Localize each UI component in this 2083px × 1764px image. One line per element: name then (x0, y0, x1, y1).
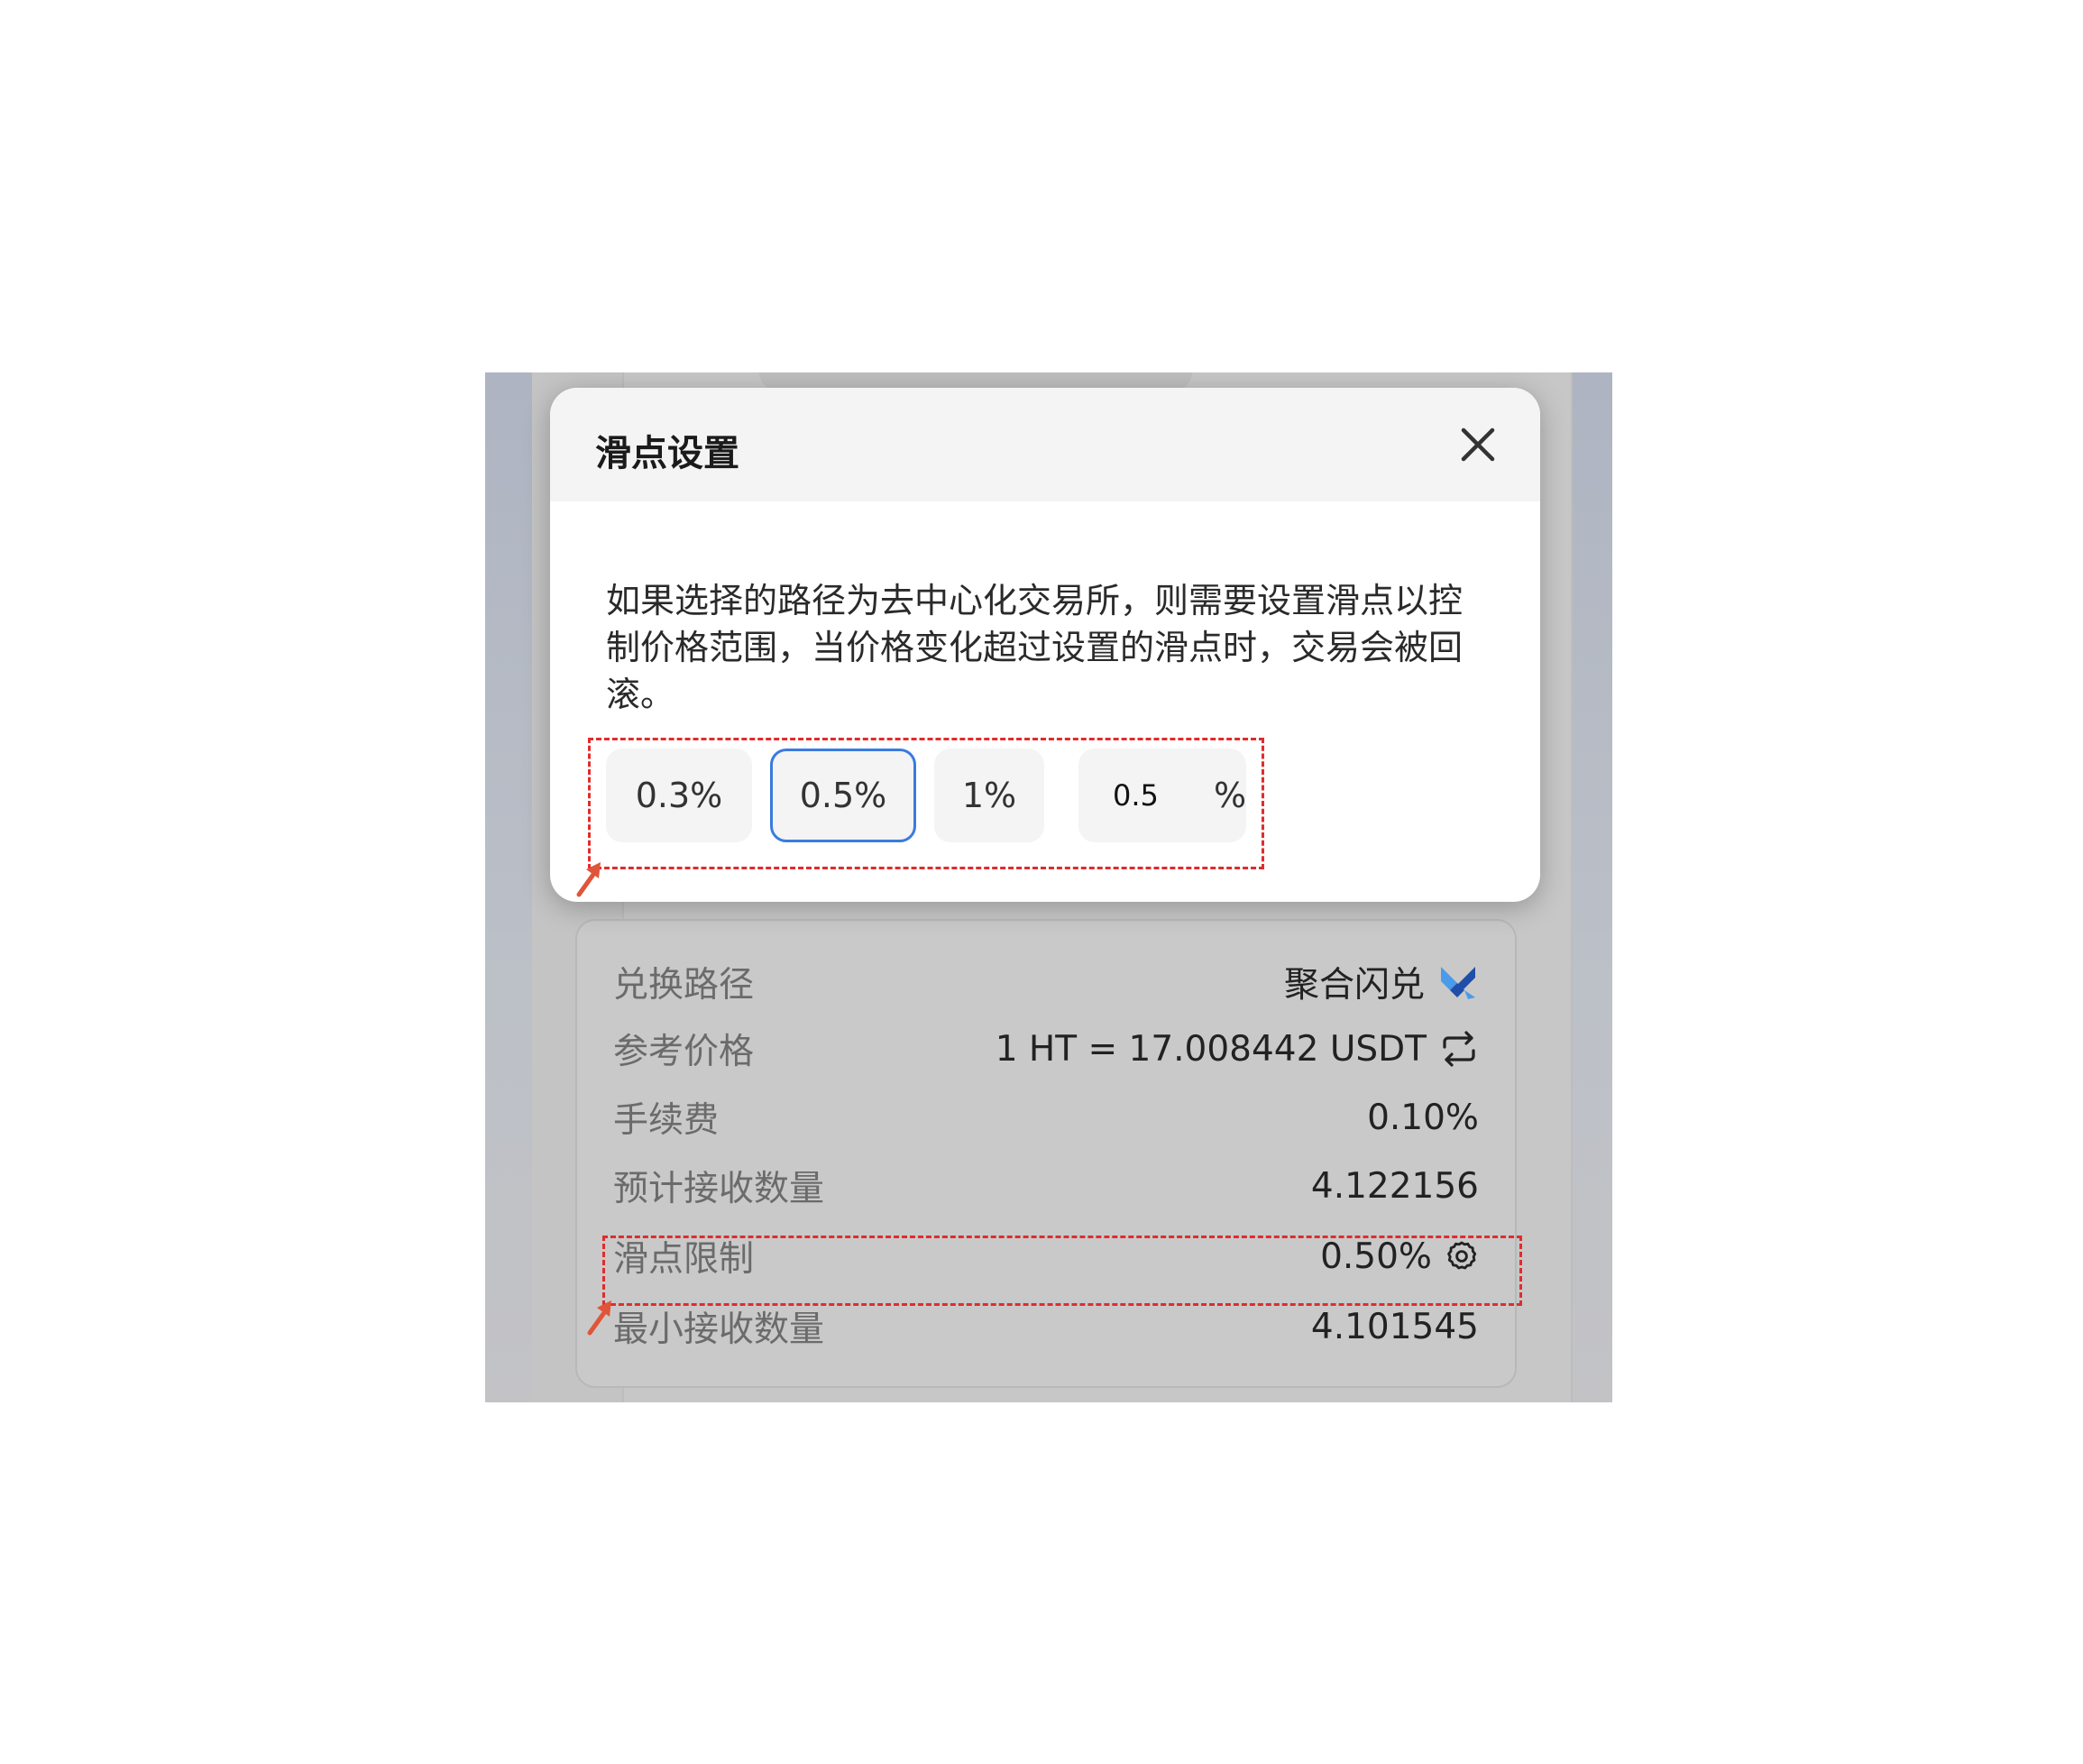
min-receive-label: 最小接收数量 (613, 1309, 825, 1350)
custom-slippage-unit: % (1214, 776, 1247, 815)
slippage-option-1[interactable]: 1% (934, 749, 1044, 842)
route-value-group[interactable]: 聚合闪兑 (1284, 957, 1479, 1007)
fee-value: 0.10% (1367, 1097, 1479, 1138)
close-icon[interactable] (1455, 422, 1500, 467)
slippage-label: 滑点限制 (613, 1239, 755, 1280)
background-left (485, 372, 532, 1402)
modal-header: 滑点设置 (550, 388, 1540, 501)
swap-direction-icon[interactable] (1439, 1031, 1479, 1067)
gear-icon[interactable] (1445, 1239, 1479, 1273)
slippage-settings-modal: 滑点设置 如果选择的路径为去中心化交易所，则需要设置滑点以控制价格范围，当价格变… (550, 388, 1540, 902)
slippage-value: 0.50% (1320, 1236, 1432, 1277)
app-screenshot: 兑换路径 聚合闪兑 参考价格 1 HT = 17.008442 USDT 手续费… (485, 372, 1612, 1402)
expected-label: 预计接收数量 (613, 1169, 825, 1209)
modal-description: 如果选择的路径为去中心化交易所，则需要设置滑点以控制价格范围，当价格变化超过设置… (606, 581, 1464, 714)
route-value: 聚合闪兑 (1283, 965, 1425, 1006)
expected-row: 预计接收数量 4.122156 (613, 1159, 1479, 1213)
slippage-option-0-5[interactable]: 0.5% (770, 749, 916, 842)
price-value: 1 HT = 17.008442 USDT (995, 1028, 1427, 1070)
custom-slippage-field[interactable]: % (1078, 749, 1246, 842)
price-label: 参考价格 (613, 1032, 755, 1072)
swap-info-panel: 兑换路径 聚合闪兑 参考价格 1 HT = 17.008442 USDT 手续费… (575, 919, 1517, 1388)
min-receive-value: 4.101545 (1310, 1306, 1479, 1347)
slippage-option-0-3[interactable]: 0.3% (606, 749, 752, 842)
custom-slippage-input[interactable] (1111, 777, 1214, 813)
modal-title: 滑点设置 (595, 433, 739, 474)
slippage-value-group[interactable]: 0.50% (1320, 1236, 1479, 1277)
fee-label: 手续费 (613, 1100, 720, 1141)
slippage-row[interactable]: 滑点限制 0.50% (613, 1229, 1479, 1283)
price-row: 参考价格 1 HT = 17.008442 USDT (613, 1022, 1479, 1076)
aggregator-logo-icon (1437, 963, 1479, 1001)
fee-row: 手续费 0.10% (613, 1090, 1479, 1144)
price-value-group: 1 HT = 17.008442 USDT (996, 1029, 1479, 1070)
expected-value: 4.122156 (1310, 1165, 1479, 1207)
route-row: 兑换路径 聚合闪兑 (613, 955, 1479, 1009)
min-receive-row: 最小接收数量 4.101545 (613, 1300, 1479, 1354)
route-label: 兑换路径 (613, 965, 755, 1006)
screenshot-canvas: 兑换路径 聚合闪兑 参考价格 1 HT = 17.008442 USDT 手续费… (0, 0, 2083, 1764)
